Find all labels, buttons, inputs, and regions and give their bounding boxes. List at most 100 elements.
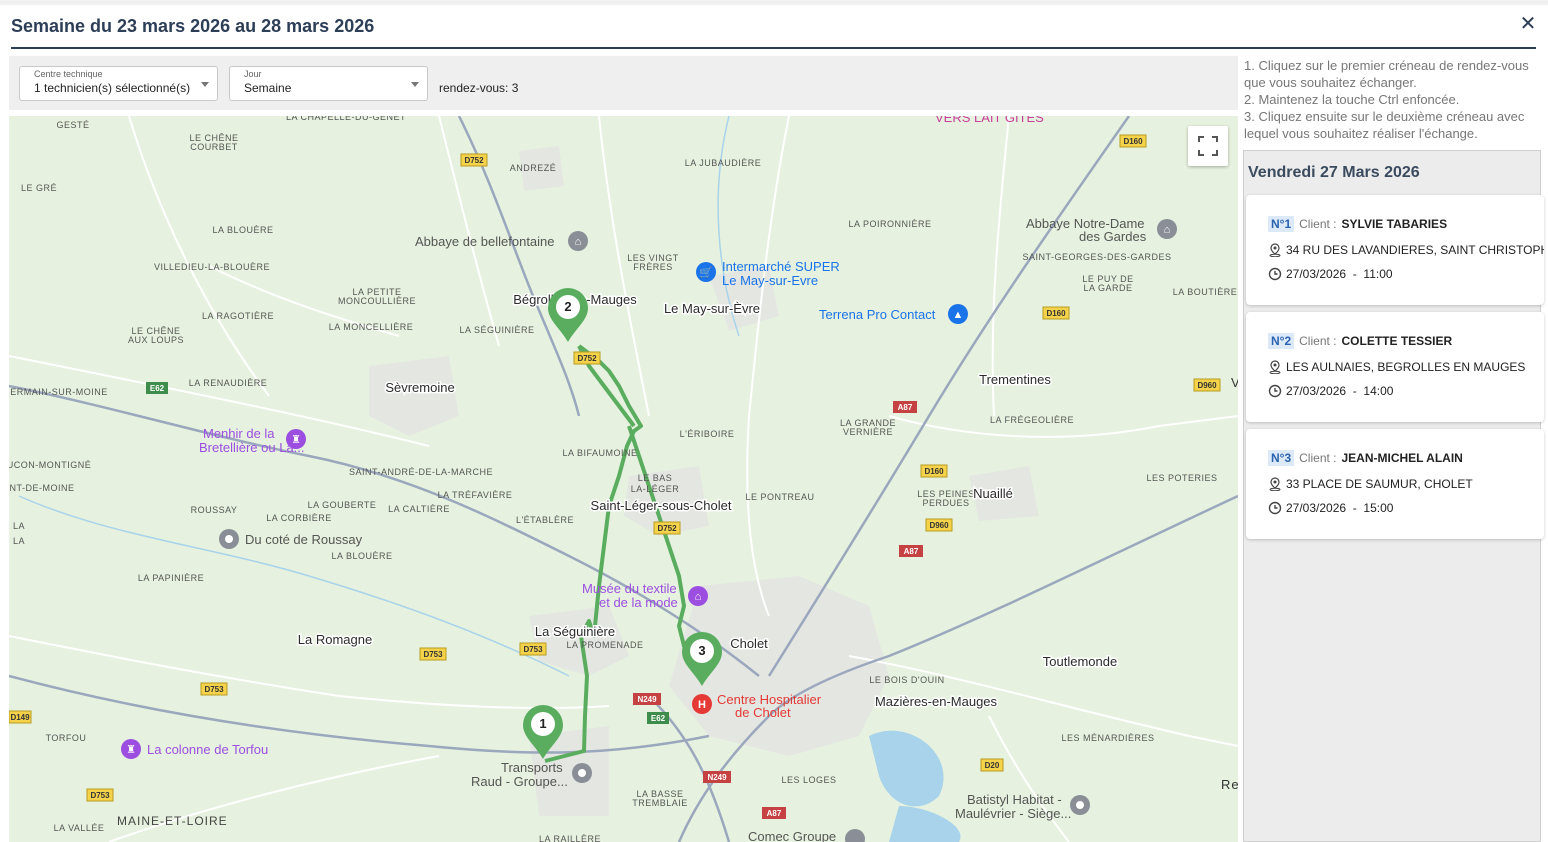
svg-text:MAINE-ET-LOIRE: MAINE-ET-LOIRE <box>117 814 228 828</box>
svg-text:LA BLOUÈRE: LA BLOUÈRE <box>212 225 273 235</box>
svg-text:TORFOU: TORFOU <box>46 733 87 743</box>
route-path <box>544 344 701 763</box>
svg-text:A87: A87 <box>904 547 919 556</box>
svg-text:LA VALLÉE: LA VALLÉE <box>54 823 105 833</box>
client-name: COLETTE TESSIER <box>1341 334 1453 348</box>
svg-text:D753: D753 <box>204 685 224 694</box>
svg-text:des Gardes: des Gardes <box>1079 229 1147 244</box>
close-icon[interactable]: ✕ <box>1518 14 1538 34</box>
svg-text:SAINT-GEORGES-DES-GARDES: SAINT-GEORGES-DES-GARDES <box>1022 252 1171 262</box>
svg-text:D753: D753 <box>523 645 543 654</box>
svg-text:D960: D960 <box>1197 381 1217 390</box>
svg-text:A87: A87 <box>767 809 782 818</box>
svg-text:GESTÉ: GESTÉ <box>56 120 89 130</box>
svg-text:ANDREZÉ: ANDREZÉ <box>510 163 557 173</box>
client-label: Client : <box>1299 334 1337 348</box>
svg-text:LA BOUTIÈRE: LA BOUTIÈRE <box>1173 287 1238 297</box>
svg-text:Intermarché SUPER: Intermarché SUPER <box>722 259 840 274</box>
route-map[interactable]: D752 D160 D160 E62 A87 D960 D160 D960 A8… <box>9 116 1238 842</box>
separator: - <box>1352 501 1357 515</box>
svg-text:PERDUES: PERDUES <box>922 498 969 508</box>
svg-text:Abbaye de bellefontaine: Abbaye de bellefontaine <box>415 234 555 249</box>
svg-text:VERNIÈRE: VERNIÈRE <box>843 427 893 437</box>
svg-text:1: 1 <box>539 716 546 731</box>
separator: - <box>1352 384 1357 398</box>
appointments-count: rendez-vous: 3 <box>439 81 519 95</box>
svg-text:LA SÉGUINIÈRE: LA SÉGUINIÈRE <box>459 325 534 335</box>
svg-text:D149: D149 <box>10 713 30 722</box>
place-icon <box>219 529 239 549</box>
chevron-down-icon <box>201 82 209 87</box>
svg-text:SAINT-ANDRÉ-DE-LA-MARCHE: SAINT-ANDRÉ-DE-LA-MARCHE <box>349 467 493 477</box>
svg-text:D20: D20 <box>985 761 1000 770</box>
appointment-number: N°2 <box>1268 333 1295 349</box>
svg-text:La colonne de Torfou: La colonne de Torfou <box>147 742 268 757</box>
svg-text:de Cholet: de Cholet <box>735 705 791 720</box>
fullscreen-icon <box>1198 136 1218 156</box>
svg-text:LA RAILLÈRE: LA RAILLÈRE <box>539 834 601 842</box>
svg-text:Du coté de Roussay: Du coté de Roussay <box>245 532 363 547</box>
instruction-1: 1. Cliquez sur le premier créneau de ren… <box>1244 58 1529 90</box>
appointment-card[interactable]: N°1 Client : SYLVIE TABARIES 34 RU DES LAV… <box>1246 195 1544 305</box>
svg-text:LE PONTREAU: LE PONTREAU <box>745 492 814 502</box>
svg-text:L'ÉTABLÈRE: L'ÉTABLÈRE <box>516 515 574 525</box>
svg-text:LA TRÉFAVIÈRE: LA TRÉFAVIÈRE <box>438 490 513 500</box>
appointment-card[interactable]: N°2 Client : COLETTE TESSIER LES AULNAIES,… <box>1246 312 1544 422</box>
page-title: Semaine du 23 mars 2026 au 28 mars 2026 <box>11 16 375 36</box>
svg-text:LA RENAUDIÈRE: LA RENAUDIÈRE <box>189 378 268 388</box>
technician-select-label: Centre technique <box>34 69 103 79</box>
svg-text:LA FRÉGEOLIÈRE: LA FRÉGEOLIÈRE <box>990 415 1074 425</box>
separator: - <box>1352 267 1357 281</box>
svg-text:LA PROMENADE: LA PROMENADE <box>566 640 643 650</box>
svg-text:Vez: Vez <box>1231 375 1238 390</box>
fullscreen-button[interactable] <box>1188 126 1228 166</box>
svg-text:Musée du textile: Musée du textile <box>582 581 677 596</box>
svg-text:D753: D753 <box>90 791 110 800</box>
svg-text:2: 2 <box>564 299 571 314</box>
svg-text:Sèvremoine: Sèvremoine <box>385 380 454 395</box>
svg-text:LA: LA <box>13 536 25 546</box>
svg-text:N249: N249 <box>637 695 657 704</box>
technician-select-value: 1 technicien(s) sélectionné(s) <box>34 81 191 95</box>
appointment-card[interactable]: N°3 Client : JEAN-MICHEL ALAIN 33 PLACE DE… <box>1246 429 1544 539</box>
client-label: Client : <box>1299 451 1337 465</box>
water-bodies <box>869 730 961 842</box>
svg-text:H: H <box>698 699 706 711</box>
svg-text:♜: ♜ <box>126 744 136 756</box>
svg-text:D160: D160 <box>924 467 944 476</box>
day-select[interactable]: Jour Semaine <box>229 66 428 101</box>
svg-text:Saint-Léger-sous-Cholet: Saint-Léger-sous-Cholet <box>591 498 732 513</box>
appointment-time: 11:00 <box>1363 267 1393 281</box>
technician-select[interactable]: Centre technique 1 technicien(s) sélecti… <box>19 66 218 101</box>
location-pin-icon <box>1269 477 1281 491</box>
instruction-2: 2. Maintenez la touche Ctrl enfoncée. <box>1244 92 1460 107</box>
place-icon <box>572 763 592 783</box>
place-icon <box>1070 795 1090 815</box>
svg-text:NT-DE-MOINE: NT-DE-MOINE <box>10 483 75 493</box>
svg-text:La Romagne: La Romagne <box>298 632 372 647</box>
svg-text:🛒: 🛒 <box>699 266 713 279</box>
svg-text:LES LOGES: LES LOGES <box>781 775 836 785</box>
place-icon <box>845 829 865 842</box>
svg-text:D753: D753 <box>423 650 443 659</box>
client-name: SYLVIE TABARIES <box>1341 217 1448 231</box>
svg-text:La Séguinière: La Séguinière <box>535 624 615 639</box>
svg-text:UCON-MONTIGNÉ: UCON-MONTIGNÉ <box>9 460 91 470</box>
svg-text:LA GARDE: LA GARDE <box>1083 283 1132 293</box>
instruction-3: 3. Cliquez ensuite sur le deuxième créne… <box>1244 109 1525 141</box>
svg-text:LA POIRONNIÈRE: LA POIRONNIÈRE <box>848 219 931 229</box>
svg-text:Le May-sur-Evre: Le May-sur-Evre <box>722 273 818 288</box>
svg-text:⌂: ⌂ <box>575 236 582 248</box>
svg-text:ERMAIN-SUR-MOINE: ERMAIN-SUR-MOINE <box>10 387 108 397</box>
svg-text:Comec Groupe: Comec Groupe <box>748 829 836 842</box>
svg-text:LA PAPINIÈRE: LA PAPINIÈRE <box>138 573 204 583</box>
appointment-time: 15:00 <box>1363 501 1394 515</box>
svg-text:Trementines: Trementines <box>979 372 1051 387</box>
svg-text:⌂: ⌂ <box>1164 224 1171 236</box>
svg-text:VILLEDIEU-LA-BLOUÈRE: VILLEDIEU-LA-BLOUÈRE <box>154 262 270 272</box>
chevron-down-icon <box>411 82 419 87</box>
svg-text:Rei: Rei <box>1221 777 1238 792</box>
museum-icon: ⌂ <box>568 231 588 251</box>
clock-icon <box>1268 267 1282 281</box>
appointment-date: 27/03/2026 <box>1286 384 1347 398</box>
